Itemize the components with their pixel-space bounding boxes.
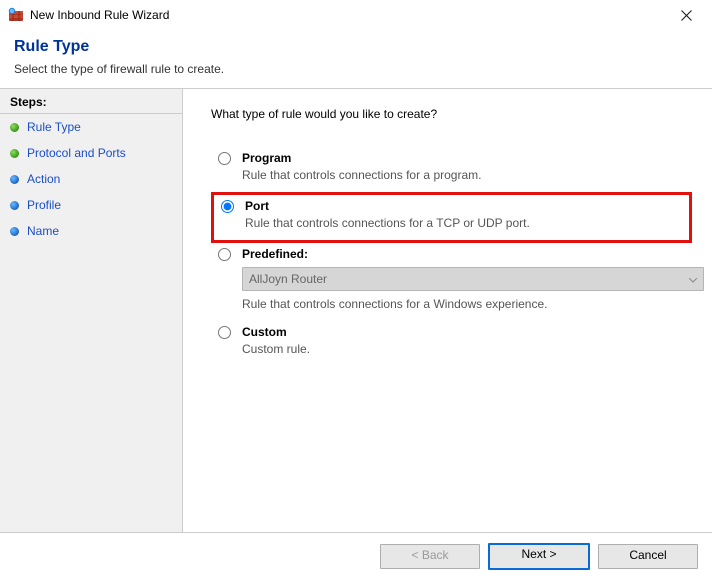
step-bullet-icon bbox=[10, 227, 19, 236]
step-bullet-icon bbox=[10, 175, 19, 184]
option-label: Program bbox=[242, 151, 690, 165]
close-icon bbox=[681, 10, 692, 21]
radio-custom[interactable] bbox=[218, 326, 231, 339]
radio-program[interactable] bbox=[218, 152, 231, 165]
option-label: Custom bbox=[242, 325, 690, 339]
step-label: Protocol and Ports bbox=[27, 144, 126, 162]
option-predefined[interactable]: Predefined: AllJoyn Router Rule that con… bbox=[211, 243, 692, 321]
option-description: Rule that controls connections for a TCP… bbox=[245, 216, 687, 230]
option-label: Predefined: bbox=[242, 247, 690, 261]
predefined-dropdown-value: AllJoyn Router bbox=[249, 272, 327, 286]
step-label: Profile bbox=[27, 196, 61, 214]
step-label: Rule Type bbox=[27, 118, 81, 136]
option-description: Rule that controls connections for a Win… bbox=[242, 297, 690, 311]
option-label: Port bbox=[245, 199, 687, 213]
option-custom[interactable]: Custom Custom rule. bbox=[211, 321, 692, 366]
radio-predefined[interactable] bbox=[218, 248, 231, 261]
wizard-window: New Inbound Rule Wizard Rule Type Select… bbox=[0, 0, 712, 579]
step-action[interactable]: Action bbox=[0, 166, 182, 192]
step-label: Action bbox=[27, 170, 60, 188]
cancel-button[interactable]: Cancel bbox=[598, 544, 698, 569]
firewall-icon bbox=[8, 7, 24, 23]
rule-type-question: What type of rule would you like to crea… bbox=[211, 107, 692, 121]
step-bullet-icon bbox=[10, 149, 19, 158]
option-description: Custom rule. bbox=[242, 342, 690, 356]
page-subtitle: Select the type of firewall rule to crea… bbox=[14, 62, 698, 76]
option-port[interactable]: Port Rule that controls connections for … bbox=[211, 192, 692, 243]
step-profile[interactable]: Profile bbox=[0, 192, 182, 218]
step-rule-type[interactable]: Rule Type bbox=[0, 114, 182, 140]
wizard-body: Steps: Rule Type Protocol and Ports Acti… bbox=[0, 88, 712, 533]
option-program[interactable]: Program Rule that controls connections f… bbox=[211, 147, 692, 192]
steps-sidebar: Steps: Rule Type Protocol and Ports Acti… bbox=[0, 89, 183, 532]
step-protocol-and-ports[interactable]: Protocol and Ports bbox=[0, 140, 182, 166]
back-button: < Back bbox=[380, 544, 480, 569]
steps-title: Steps: bbox=[0, 95, 182, 114]
wizard-header: Rule Type Select the type of firewall ru… bbox=[0, 30, 712, 88]
step-bullet-icon bbox=[10, 123, 19, 132]
predefined-dropdown: AllJoyn Router bbox=[242, 267, 704, 291]
step-bullet-icon bbox=[10, 201, 19, 210]
close-button[interactable] bbox=[664, 1, 708, 29]
radio-port[interactable] bbox=[221, 200, 234, 213]
window-title: New Inbound Rule Wizard bbox=[30, 8, 664, 22]
wizard-footer: < Back Next > Cancel bbox=[0, 533, 712, 579]
next-button[interactable]: Next > bbox=[488, 543, 590, 570]
wizard-content: What type of rule would you like to crea… bbox=[183, 89, 712, 532]
rule-type-options: Program Rule that controls connections f… bbox=[211, 147, 692, 366]
page-title: Rule Type bbox=[14, 38, 698, 56]
title-bar: New Inbound Rule Wizard bbox=[0, 0, 712, 30]
step-name[interactable]: Name bbox=[0, 218, 182, 244]
option-description: Rule that controls connections for a pro… bbox=[242, 168, 690, 182]
step-label: Name bbox=[27, 222, 59, 240]
chevron-down-icon bbox=[689, 272, 697, 286]
